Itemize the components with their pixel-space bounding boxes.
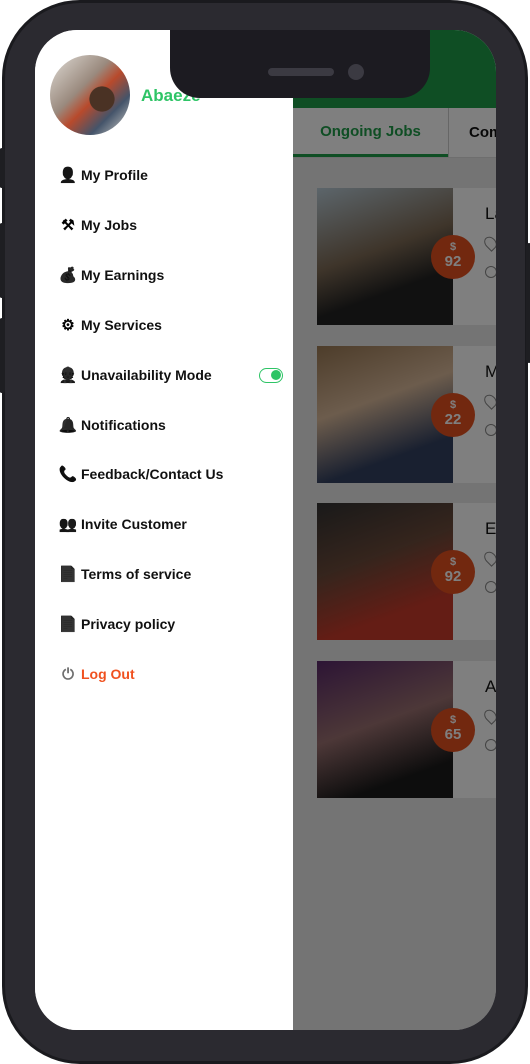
menu-item-my-services[interactable]: ⚙ My Services (55, 313, 285, 337)
mute-button (0, 148, 5, 188)
document-icon: 📄 (58, 566, 78, 584)
menu-item-my-profile[interactable]: 👤 My Profile (55, 163, 285, 187)
unavailability-toggle[interactable] (259, 368, 283, 383)
phone-icon: 📞 (58, 466, 78, 484)
screen: Ongoing Jobs Com $92 La $22 M $92 E $65 … (35, 30, 496, 1030)
menu-item-label: My Services (81, 316, 162, 333)
menu-item-label: Invite Customer (81, 516, 187, 533)
menu-item-my-jobs[interactable]: ⚒ My Jobs (55, 213, 285, 237)
document-icon: 📄 (58, 616, 78, 634)
menu-item-terms-of-service[interactable]: 📄 Terms of service (55, 562, 285, 586)
avatar[interactable] (50, 55, 130, 135)
menu-item-label: My Jobs (81, 216, 138, 233)
menu-item-label: Notifications (81, 416, 166, 433)
menu-item-log-out[interactable]: ⏻ Log Out (55, 662, 285, 686)
drawer-overlay[interactable] (293, 30, 496, 1030)
menu-item-invite-customer[interactable]: 👥 Invite Customer (55, 512, 285, 536)
menu-item-label: My Earnings (81, 266, 165, 283)
menu-item-label: Log Out (81, 666, 135, 682)
volume-down-button (0, 318, 5, 393)
group-icon: 👥 (58, 516, 78, 534)
services-icon: ⚙ (61, 316, 75, 334)
menu-item-label: Terms of service (81, 566, 192, 583)
menu-item-unavailability-mode[interactable]: 👷 Unavailability Mode (55, 363, 285, 387)
volume-up-button (0, 223, 5, 298)
worker-icon: ⚒ (61, 216, 75, 234)
notch (170, 30, 430, 98)
money-hand-icon: 💰 (58, 266, 78, 284)
menu-item-label: My Profile (81, 167, 148, 183)
power-icon: ⏻ (62, 665, 74, 683)
menu-item-label: Feedback/Contact Us (81, 466, 224, 483)
menu-item-label: Privacy policy (81, 616, 176, 633)
menu-item-notifications[interactable]: 🔔 Notifications (55, 413, 285, 437)
menu-item-label: Unavailability Mode (81, 366, 212, 383)
power-button (526, 243, 530, 363)
bell-icon: 🔔 (58, 416, 78, 434)
menu-item-privacy-policy[interactable]: 📄 Privacy policy (55, 612, 285, 636)
person-icon: 👤 (58, 167, 78, 184)
navigation-drawer: Abaeze 👤 My Profile ⚒ My Jobs 💰 My Earnings ⚙ M… (35, 30, 293, 1030)
user-agent-icon: 👷 (58, 366, 78, 384)
menu-item-feedback-contact-us[interactable]: 📞 Feedback/Contact Us (55, 462, 285, 486)
menu-item-my-earnings[interactable]: 💰 My Earnings (55, 263, 285, 287)
